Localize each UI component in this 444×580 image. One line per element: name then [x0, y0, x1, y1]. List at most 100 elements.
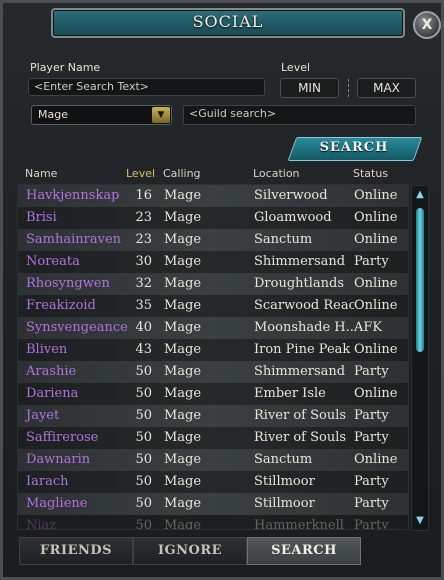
player-level: 30 — [135, 254, 152, 269]
results-list: Havkjennskap 16 Mage Silverwood Online B… — [17, 184, 409, 530]
chevron-down-icon[interactable]: ▼ — [152, 107, 170, 123]
player-calling: Mage — [164, 430, 202, 445]
player-calling: Mage — [164, 452, 202, 467]
table-row[interactable]: Samhainraven 23 Mage Sanctum Online — [18, 229, 408, 251]
table-row[interactable]: Jayet 50 Mage River of Souls Party — [18, 405, 408, 427]
player-status: Online — [354, 188, 398, 203]
player-name: Iarach — [26, 474, 69, 489]
player-name: Synsvengeance — [26, 320, 128, 335]
player-name: Dariena — [26, 386, 79, 401]
calling-selected-value: Mage — [38, 108, 68, 121]
table-row[interactable]: Saffirerose 50 Mage River of Souls Party — [18, 427, 408, 449]
player-level: 50 — [135, 518, 152, 530]
player-location: Shimmersand — [254, 364, 346, 379]
player-calling: Mage — [164, 276, 202, 291]
player-status: Online — [354, 276, 398, 291]
column-header-name[interactable]: Name — [25, 167, 57, 180]
level-min-input[interactable]: MIN — [280, 78, 339, 98]
player-name: Brisi — [26, 210, 57, 225]
player-level: 32 — [135, 276, 152, 291]
player-level: 23 — [135, 232, 152, 247]
player-status: Party — [354, 430, 389, 445]
tab-friends[interactable]: FRIENDS — [19, 537, 133, 565]
column-header-calling[interactable]: Calling — [163, 167, 201, 180]
player-level: 43 — [135, 342, 152, 357]
player-calling: Mage — [164, 386, 202, 401]
player-name-label: Player Name — [30, 61, 101, 74]
player-location: Hammerknell — [254, 518, 344, 530]
player-location: Stillmoor — [254, 496, 315, 511]
player-status: Online — [354, 386, 398, 401]
player-name: Jayet — [26, 408, 60, 423]
player-status: Online — [354, 210, 398, 225]
player-calling: Mage — [164, 320, 202, 335]
table-row[interactable]: Arashie 50 Mage Shimmersand Party — [18, 361, 408, 383]
table-row[interactable]: Synsvengeance 40 Mage Moonshade H... AFK — [18, 317, 408, 339]
player-name: Magliene — [26, 496, 88, 511]
results-scrollbar[interactable]: ▲ ▼ — [411, 185, 429, 531]
table-row[interactable]: Brisi 23 Mage Gloamwood Online — [18, 207, 408, 229]
scrollbar-thumb[interactable] — [416, 208, 424, 352]
player-status: Online — [354, 452, 398, 467]
level-max-input[interactable]: MAX — [357, 78, 416, 98]
tab-search[interactable]: SEARCH — [247, 537, 361, 565]
player-location: Silverwood — [254, 188, 328, 203]
chevron-up-icon[interactable]: ▲ — [412, 188, 428, 202]
player-level: 50 — [135, 408, 152, 423]
table-row[interactable]: Noreata 30 Mage Shimmersand Party — [18, 251, 408, 273]
column-header-status[interactable]: Status — [353, 167, 388, 180]
player-level: 50 — [135, 496, 152, 511]
player-calling: Mage — [164, 188, 202, 203]
search-button-label[interactable]: SEARCH — [292, 137, 416, 159]
player-calling: Mage — [164, 364, 202, 379]
player-status: Party — [354, 254, 389, 269]
player-status: Online — [354, 298, 398, 313]
column-header-level[interactable]: Level — [126, 167, 155, 180]
table-row[interactable]: Magliene 50 Mage Stillmoor Party — [18, 493, 408, 515]
player-calling: Mage — [164, 210, 202, 225]
player-location: Shimmersand — [254, 254, 346, 269]
guild-search-input[interactable]: <Guild search> — [183, 105, 416, 125]
player-name: Saffirerose — [26, 430, 99, 445]
chevron-down-icon[interactable]: ▼ — [412, 514, 428, 528]
player-location: Moonshade H... — [254, 320, 354, 335]
player-name: Rhosyngwen — [26, 276, 110, 291]
player-calling: Mage — [164, 408, 202, 423]
player-name: Bliven — [26, 342, 68, 357]
table-row[interactable]: Iarach 50 Mage Stillmoor Party — [18, 471, 408, 493]
tab-ignore[interactable]: IGNORE — [133, 537, 247, 565]
player-level: 35 — [135, 298, 152, 313]
column-header-location[interactable]: Location — [253, 167, 300, 180]
player-status: Party — [354, 496, 389, 511]
player-status: Party — [354, 474, 389, 489]
table-row[interactable]: Rhosyngwen 32 Mage Droughtlands Online — [18, 273, 408, 295]
player-name: Arashie — [26, 364, 77, 379]
player-level: 50 — [135, 386, 152, 401]
player-location: Stillmoor — [254, 474, 315, 489]
player-name: Dawnarin — [26, 452, 91, 467]
player-calling: Mage — [164, 342, 202, 357]
player-location: Droughtlands — [254, 276, 345, 291]
player-calling: Mage — [164, 474, 202, 489]
player-calling: Mage — [164, 518, 202, 530]
player-name: Freakizoid — [26, 298, 96, 313]
table-row[interactable]: Niaz 50 Mage Hammerknell Party — [18, 515, 408, 530]
table-row[interactable]: Bliven 43 Mage Iron Pine Peak Online — [18, 339, 408, 361]
title-bar[interactable]: SOCIAL — [51, 8, 405, 38]
player-status: Party — [354, 364, 389, 379]
player-name-input[interactable]: <Enter Search Text> — [28, 78, 265, 96]
player-status: AFK — [354, 320, 383, 335]
player-location: Ember Isle — [254, 386, 326, 401]
level-label: Level — [281, 61, 311, 74]
calling-dropdown[interactable]: Mage ▼ — [31, 105, 172, 125]
table-row[interactable]: Dariena 50 Mage Ember Isle Online — [18, 383, 408, 405]
player-location: Scarwood Reach — [254, 298, 354, 313]
player-name: Samhainraven — [26, 232, 122, 247]
player-calling: Mage — [164, 232, 202, 247]
player-status: Online — [354, 342, 398, 357]
player-location: Iron Pine Peak — [254, 342, 351, 357]
table-row[interactable]: Dawnarin 50 Mage Sanctum Online — [18, 449, 408, 471]
close-button[interactable]: X — [413, 11, 441, 39]
table-row[interactable]: Havkjennskap 16 Mage Silverwood Online — [18, 185, 408, 207]
table-row[interactable]: Freakizoid 35 Mage Scarwood Reach Online — [18, 295, 408, 317]
